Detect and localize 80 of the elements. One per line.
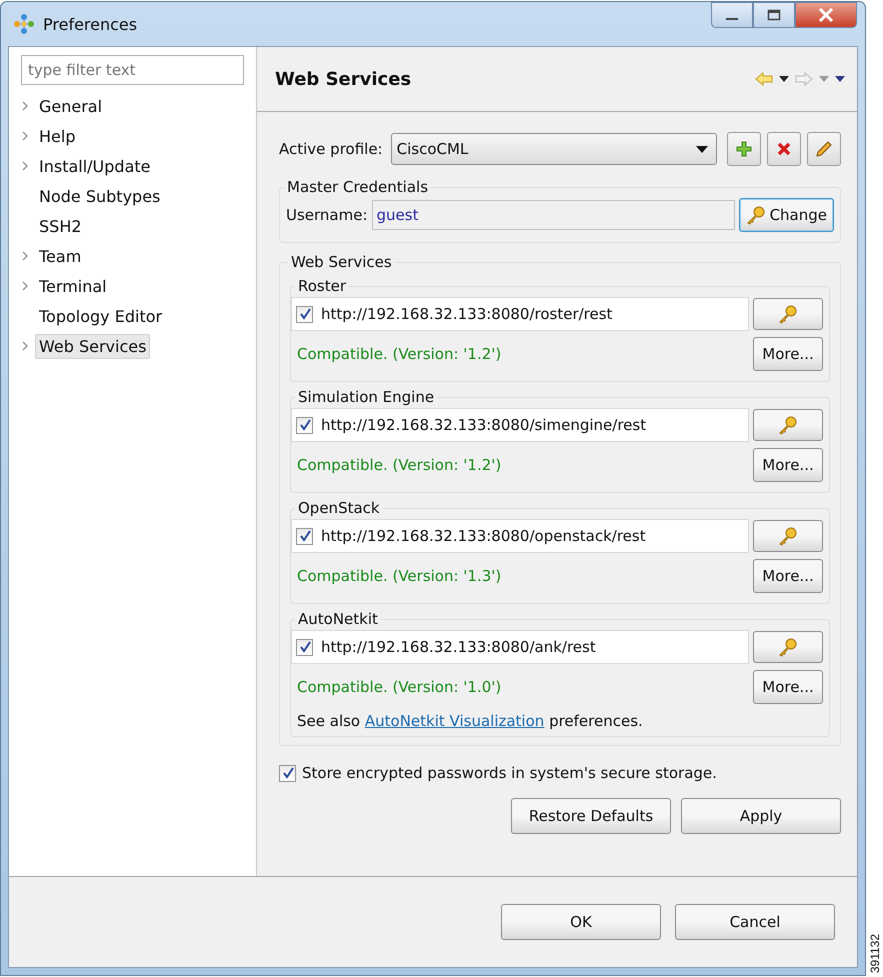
chevron-icon[interactable] xyxy=(21,341,29,351)
add-button[interactable] xyxy=(727,132,761,166)
chevron-icon[interactable] xyxy=(21,131,29,141)
close-button[interactable] xyxy=(795,2,857,28)
url-field[interactable]: http://192.168.32.133:8080/openstack/rest xyxy=(291,519,749,553)
group-title: Master Credentials xyxy=(286,178,430,196)
checkbox[interactable] xyxy=(296,306,313,322)
username-label: Username: xyxy=(286,206,368,224)
key-icon xyxy=(778,637,798,657)
key-icon xyxy=(778,526,798,546)
service-name: Simulation Engine xyxy=(297,388,436,406)
service-name: AutoNetkit xyxy=(297,610,379,628)
key-button[interactable] xyxy=(753,631,823,663)
tree-item[interactable]: SSH2 xyxy=(35,214,86,238)
key-button[interactable] xyxy=(753,520,823,552)
status-text: Compatible. (Version: '1.2') xyxy=(297,456,502,474)
change-button[interactable]: Change xyxy=(738,198,834,232)
maximize-icon xyxy=(767,9,781,21)
more-button[interactable]: More... xyxy=(753,448,823,482)
dialog-button[interactable]: Cancel xyxy=(675,904,835,940)
window-title: Preferences xyxy=(43,14,138,34)
url-field[interactable]: http://192.168.32.133:8080/simengine/rest xyxy=(291,408,749,442)
more-button[interactable]: More... xyxy=(753,337,823,371)
maximize-button[interactable] xyxy=(753,2,795,28)
tree-item[interactable]: Terminal xyxy=(35,274,111,298)
key-icon xyxy=(778,415,798,435)
chevron-icon[interactable] xyxy=(21,251,29,261)
url-field[interactable]: http://192.168.32.133:8080/roster/rest xyxy=(291,297,749,331)
dropdown-caret-icon[interactable] xyxy=(779,76,789,82)
apply-button[interactable]: Apply xyxy=(681,798,841,834)
checkbox-label: Store encrypted passwords in system's secure storage. xyxy=(302,764,717,782)
chevron-icon[interactable] xyxy=(21,281,29,291)
chevron-icon[interactable] xyxy=(21,101,29,111)
dialog-button[interactable]: OK xyxy=(501,904,661,940)
cross-icon xyxy=(776,141,792,157)
tree-item[interactable]: Help xyxy=(35,124,80,148)
more-button[interactable]: More... xyxy=(753,559,823,593)
minimize-button[interactable] xyxy=(711,2,753,28)
profile-dropdown[interactable]: CiscoCML xyxy=(390,133,717,165)
username-field[interactable]: guest xyxy=(372,200,735,230)
status-text: Compatible. (Version: '1.3') xyxy=(297,567,502,585)
visualization-link[interactable]: AutoNetkit Visualization xyxy=(364,712,544,730)
key-button[interactable] xyxy=(753,409,823,441)
see-also-text: See also AutoNetkit Visualization preferences. xyxy=(297,711,644,732)
tree-item[interactable]: Team xyxy=(35,244,86,268)
url-field[interactable]: http://192.168.32.133:8080/ank/rest xyxy=(291,630,749,664)
key-button[interactable] xyxy=(753,298,823,330)
figure-number: 391132 xyxy=(868,934,882,973)
checkbox[interactable] xyxy=(296,528,313,544)
tree-item[interactable]: Topology Editor xyxy=(35,304,166,328)
key-icon xyxy=(778,304,798,324)
filter-field[interactable]: type filter text xyxy=(21,55,244,85)
service-name: OpenStack xyxy=(297,499,381,517)
edit-button[interactable] xyxy=(807,132,841,166)
plus-icon xyxy=(736,141,752,157)
pencil-icon xyxy=(816,141,832,157)
dropdown-caret-icon xyxy=(696,146,708,152)
more-button[interactable]: More... xyxy=(753,670,823,704)
checkbox[interactable] xyxy=(279,764,296,782)
tree-item[interactable]: Install/Update xyxy=(35,154,154,178)
status-text: Compatible. (Version: '1.2') xyxy=(297,345,502,363)
close-icon xyxy=(818,8,834,22)
key-icon xyxy=(746,205,766,225)
tree-item[interactable]: General xyxy=(35,94,106,118)
tree-item[interactable]: Web Services xyxy=(35,334,150,358)
menu-caret-icon[interactable] xyxy=(835,76,845,82)
checkbox[interactable] xyxy=(296,416,313,434)
back-arrow-icon[interactable] xyxy=(755,72,773,86)
chevron-icon[interactable] xyxy=(21,161,29,171)
status-text: Compatible. (Version: '1.0') xyxy=(297,678,502,696)
service-name: Roster xyxy=(297,277,348,295)
group-title: Web Services xyxy=(290,253,393,271)
checkbox[interactable] xyxy=(296,638,313,656)
delete-button[interactable] xyxy=(767,132,801,166)
minimize-icon xyxy=(726,18,738,20)
profile-label: Active profile: xyxy=(279,140,383,158)
tree-item[interactable]: Node Subtypes xyxy=(35,184,164,208)
network-nodes-icon xyxy=(13,13,35,35)
page-title: Web Services xyxy=(275,68,412,90)
restore-defaults-button[interactable]: Restore Defaults xyxy=(511,798,671,834)
